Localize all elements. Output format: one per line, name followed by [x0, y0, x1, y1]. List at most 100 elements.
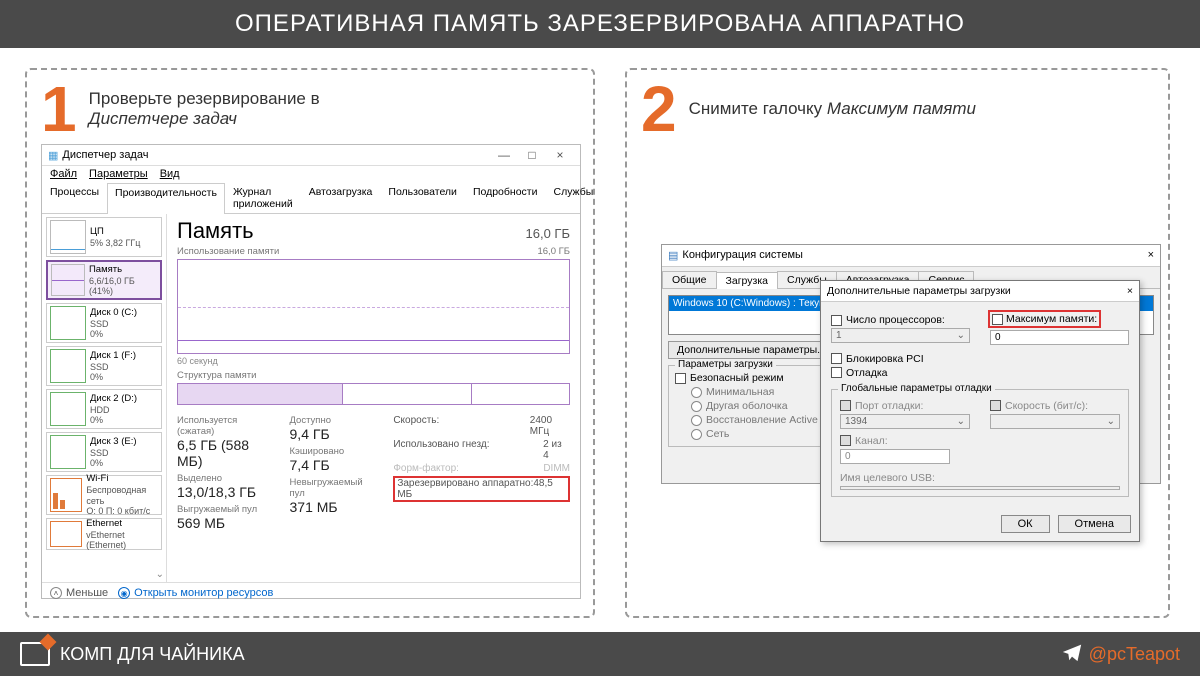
- sidebar-item-cpu[interactable]: ЦП5% 3,82 ГГц: [46, 217, 162, 257]
- maxmem-input[interactable]: 0: [990, 330, 1129, 345]
- disk-thumb-icon: [50, 435, 86, 469]
- formfactor-value: DIMM: [543, 463, 570, 474]
- menu-view[interactable]: Вид: [160, 168, 180, 180]
- ok-button[interactable]: ОК: [1001, 515, 1050, 533]
- debug-label: Отладка: [846, 367, 888, 379]
- debugport-checkbox: [840, 400, 851, 411]
- network-radio[interactable]: [691, 429, 702, 440]
- telegram-handle[interactable]: @pcTeapot: [1089, 644, 1180, 665]
- chevron-down-icon: ⌄: [1107, 416, 1115, 427]
- minimal-radio[interactable]: [691, 387, 702, 398]
- pcilock-checkbox[interactable]: [831, 353, 842, 364]
- channel-input: 0: [840, 449, 950, 464]
- tab-general[interactable]: Общие: [662, 271, 717, 288]
- abo-title: Дополнительные параметры загрузки: [827, 285, 1127, 297]
- debugport-label: Порт отладки:: [855, 400, 923, 412]
- ad-radio[interactable]: [691, 415, 702, 426]
- numproc-label: Число процессоров:: [846, 314, 945, 326]
- tab-performance[interactable]: Производительность: [107, 183, 225, 214]
- paged-value: 569 МБ: [177, 515, 262, 531]
- close-button[interactable]: ×: [1127, 285, 1133, 297]
- tab-boot[interactable]: Загрузка: [716, 272, 778, 289]
- chevron-down-icon: ⌄: [957, 416, 965, 427]
- sidebar-item-ethernet[interactable]: EthernetvEthernet (Ethernet): [46, 518, 162, 550]
- step1-number: 1: [41, 82, 77, 136]
- numproc-checkbox[interactable]: [831, 315, 842, 326]
- page-footer: КОМП ДЛЯ ЧАЙНИКА @pcTeapot: [0, 632, 1200, 676]
- structure-label: Структура памяти: [177, 370, 570, 381]
- tab-processes[interactable]: Процессы: [42, 182, 107, 213]
- tab-details[interactable]: Подробности: [465, 182, 546, 213]
- sidebar-item-wifi[interactable]: Wi-FiБеспроводная сетьО: 0 П: 0 кбит/с: [46, 475, 162, 515]
- step2-number: 2: [641, 82, 677, 136]
- advanced-options-button[interactable]: Дополнительные параметры...: [668, 341, 835, 359]
- open-resource-monitor-link[interactable]: ◉Открыть монитор ресурсов: [118, 587, 273, 599]
- disk-thumb-icon: [50, 392, 86, 426]
- menu-bar: Файл Параметры Вид: [42, 166, 580, 182]
- close-button[interactable]: ×: [1148, 249, 1154, 262]
- used-value: 6,5 ГБ (588 МБ): [177, 437, 262, 469]
- scroll-down-icon[interactable]: ⌄: [156, 569, 164, 580]
- disk-thumb-icon: [50, 349, 86, 383]
- usage-label: Использование памяти: [177, 246, 279, 257]
- debug-checkbox[interactable]: [831, 367, 842, 378]
- chevron-up-icon: ˄: [50, 587, 62, 599]
- task-manager-window: ▦ Диспетчер задач — □ × Файл Параметры В…: [41, 144, 581, 599]
- disk-thumb-icon: [50, 306, 86, 340]
- global-debug-group: Глобальные параметры отладки Порт отладк…: [831, 389, 1129, 497]
- numproc-select[interactable]: 1⌄: [831, 328, 970, 343]
- sidebar-item-memory[interactable]: Память6,6/16,0 ГБ (41%): [46, 260, 162, 300]
- tab-startup[interactable]: Автозагрузка: [301, 182, 381, 213]
- maximize-button[interactable]: □: [518, 148, 546, 162]
- channel-label: Канал:: [855, 435, 888, 447]
- avail-value: 9,4 ГБ: [290, 426, 366, 442]
- fewer-details-button[interactable]: ˄Меньше: [50, 587, 108, 599]
- pcilock-label: Блокировка PCI: [846, 353, 924, 365]
- step2-text: Снимите галочку Максимум памяти: [689, 99, 976, 119]
- alloc-label: Выделено: [177, 473, 262, 484]
- altshell-label: Другая оболочка: [706, 400, 788, 412]
- alloc-value: 13,0/18,3 ГБ: [177, 484, 262, 500]
- maxmem-checkbox[interactable]: [992, 314, 1003, 325]
- step1-panel: 1 Проверьте резервирование в Диспетчере …: [25, 68, 595, 618]
- cpu-thumb-icon: [50, 220, 86, 254]
- menu-file[interactable]: Файл: [50, 168, 77, 180]
- baudrate-label: Скорость (бит/с):: [1005, 400, 1088, 412]
- safe-mode-label: Безопасный режим: [690, 372, 784, 384]
- window-title: Диспетчер задач: [62, 149, 490, 161]
- boot-options-title: Параметры загрузки: [675, 359, 776, 370]
- brand-icon: [20, 642, 50, 666]
- app-icon: ▦: [48, 149, 58, 162]
- ethernet-thumb-icon: [50, 521, 82, 547]
- altshell-radio[interactable]: [691, 401, 702, 412]
- nonpaged-value: 371 МБ: [290, 499, 366, 515]
- memory-thumb-icon: [51, 264, 85, 296]
- sidebar-item-disk3[interactable]: Диск 3 (E:)SSD0%: [46, 432, 162, 472]
- safe-mode-checkbox[interactable]: [675, 373, 686, 384]
- maxmem-highlight: Максимум памяти:: [990, 312, 1099, 326]
- memory-usage-chart: [177, 259, 570, 354]
- speed-label: Скорость:: [393, 415, 519, 437]
- menu-options[interactable]: Параметры: [89, 168, 148, 180]
- tm-tabs: Процессы Производительность Журнал прило…: [42, 182, 580, 214]
- baudrate-checkbox: [990, 400, 1001, 411]
- sidebar-item-disk0[interactable]: Диск 0 (C:)SSD0%: [46, 303, 162, 343]
- debugport-select: 1394⌄: [840, 414, 970, 429]
- close-button[interactable]: ×: [546, 148, 574, 162]
- minimize-button[interactable]: —: [490, 148, 518, 162]
- tab-app-history[interactable]: Журнал приложений: [225, 182, 301, 213]
- slots-value: 2 из 4: [543, 439, 570, 461]
- cancel-button[interactable]: Отмена: [1058, 515, 1131, 533]
- page-header: ОПЕРАТИВНАЯ ПАМЯТЬ ЗАРЕЗЕРВИРОВАНА АППАР…: [0, 0, 1200, 48]
- network-label: Сеть: [706, 428, 729, 440]
- cached-label: Кэшировано: [290, 446, 366, 457]
- msconfig-title: Конфигурация системы: [682, 249, 1147, 262]
- tab-users[interactable]: Пользователи: [380, 182, 465, 213]
- sidebar-item-disk2[interactable]: Диск 2 (D:)HDD0%: [46, 389, 162, 429]
- paged-label: Выгружаемый пул: [177, 504, 262, 515]
- tab-services[interactable]: Службы: [545, 182, 601, 213]
- resmon-icon: ◉: [118, 587, 130, 599]
- sidebar-item-disk1[interactable]: Диск 1 (F:)SSD0%: [46, 346, 162, 386]
- step2-panel: 2 Снимите галочку Максимум памяти ▤ Конф…: [625, 68, 1170, 618]
- telegram-icon: [1061, 641, 1083, 668]
